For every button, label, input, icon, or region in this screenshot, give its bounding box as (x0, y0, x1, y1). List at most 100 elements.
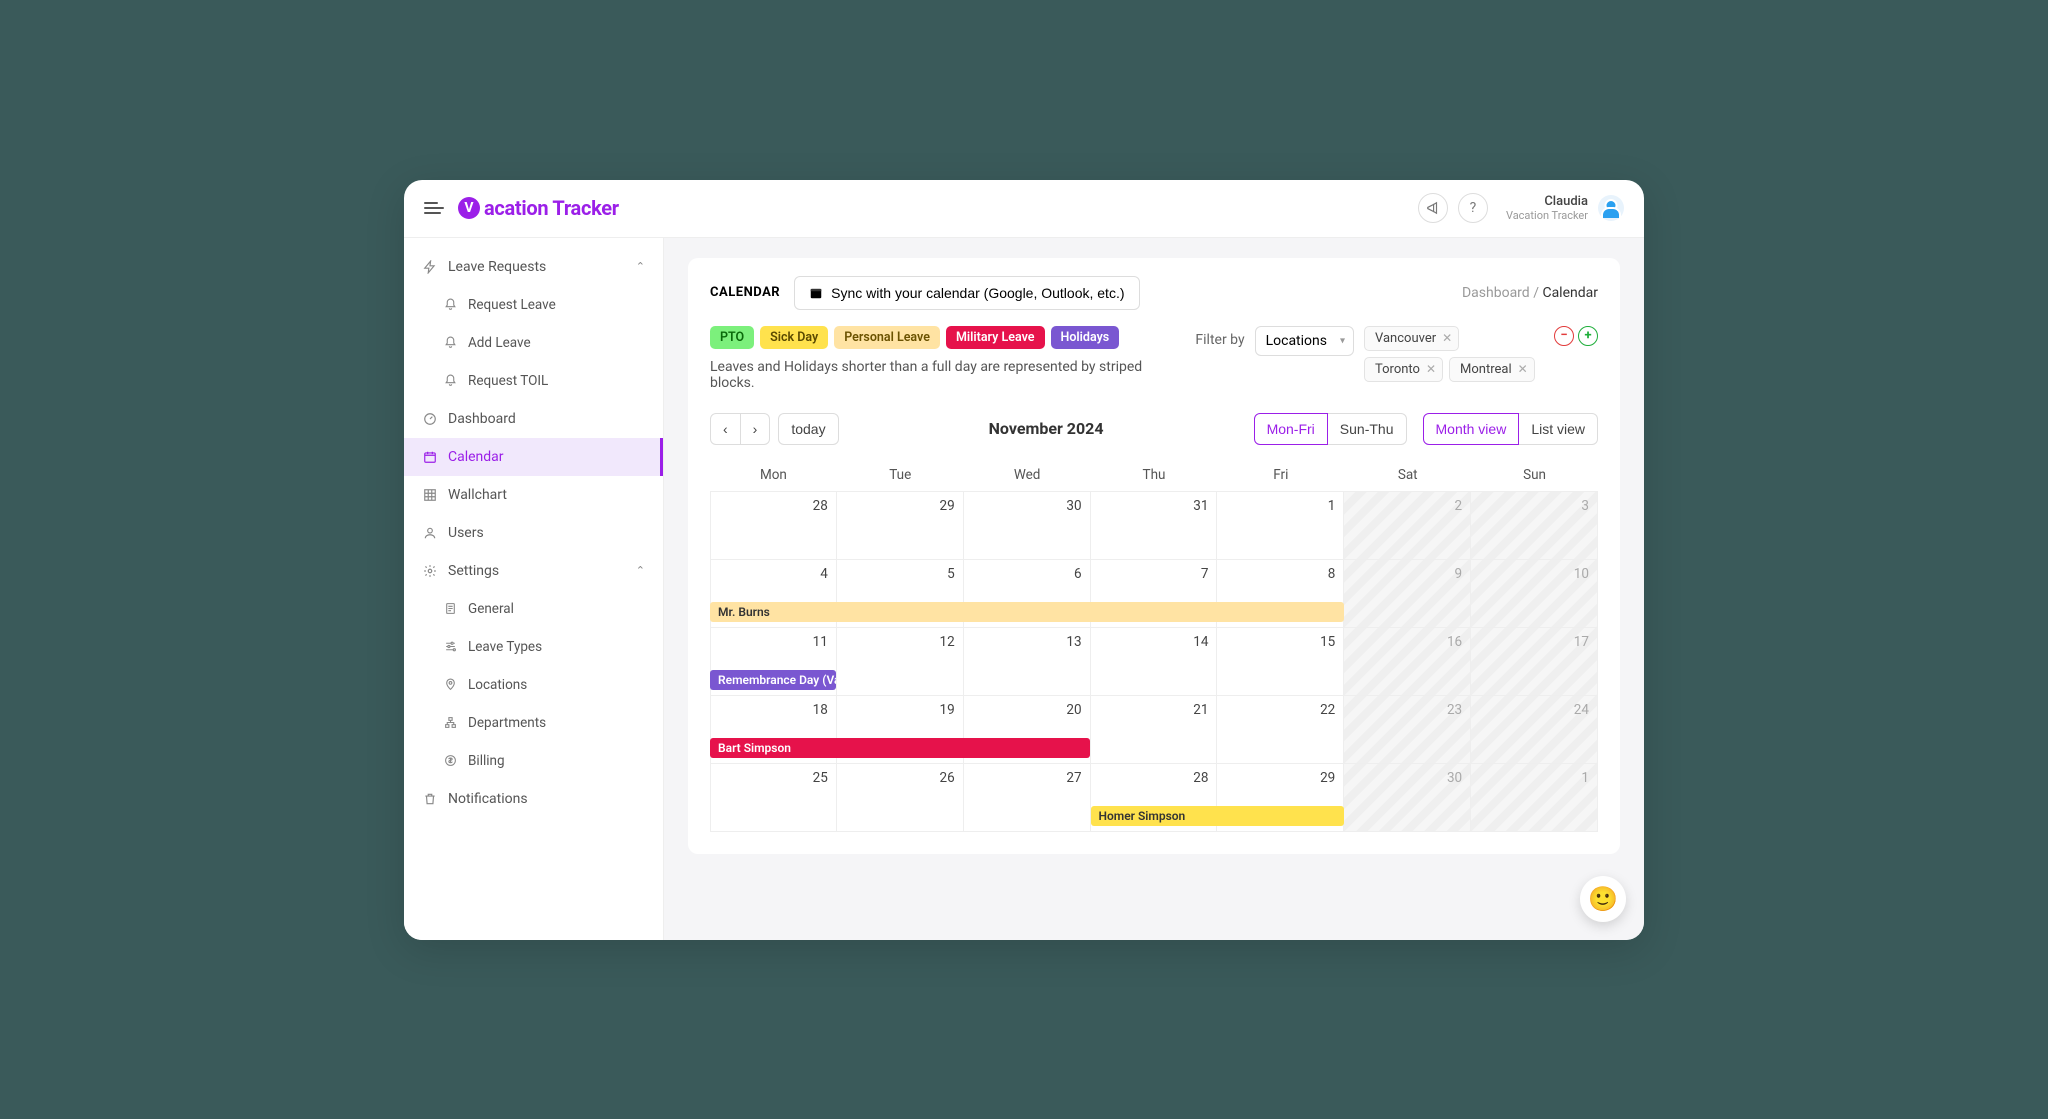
sidebar-item-settings[interactable]: Settings ⌃ (404, 552, 663, 590)
day-cell[interactable]: 14 (1091, 628, 1218, 696)
close-icon[interactable]: ✕ (1426, 362, 1436, 376)
chip-montreal[interactable]: Montreal✕ (1449, 357, 1535, 382)
day-cell[interactable]: 17 (1471, 628, 1598, 696)
filter-select[interactable]: Locations ▾ (1255, 326, 1354, 356)
legend-military: Military Leave (946, 326, 1045, 349)
sidebar-item-dashboard[interactable]: Dashboard (404, 400, 663, 438)
remove-filter-button[interactable]: − (1554, 326, 1574, 346)
day-cell[interactable]: 25 (710, 764, 837, 832)
sidebar-item-notifications[interactable]: Notifications (404, 780, 663, 818)
sidebar-item-request-leave[interactable]: Request Leave (404, 286, 663, 324)
sidebar-label: Locations (468, 677, 527, 693)
calendar-card: CALENDAR Sync with your calendar (Google… (688, 258, 1620, 854)
chip-label: Toronto (1375, 362, 1420, 377)
today-button[interactable]: today (778, 413, 838, 445)
monfri-toggle[interactable]: Mon-Fri (1254, 413, 1328, 445)
org-icon (442, 715, 458, 731)
day-cell[interactable]: 3 (1471, 492, 1598, 560)
chevron-right-icon: › (753, 421, 758, 437)
sidebar-label: Request TOIL (468, 373, 548, 389)
sidebar-item-calendar[interactable]: Calendar (404, 438, 663, 476)
sidebar-item-leave-types[interactable]: Leave Types (404, 628, 663, 666)
day-cell[interactable]: 21 (1091, 696, 1218, 764)
sidebar-item-request-toil[interactable]: Request TOIL (404, 362, 663, 400)
event-remembrance[interactable]: Remembrance Day (Va (710, 670, 836, 690)
day-cell[interactable]: 2 (1344, 492, 1471, 560)
day-cell[interactable]: 22 (1217, 696, 1344, 764)
legend-holidays: Holidays (1051, 326, 1120, 349)
prev-month-button[interactable]: ‹ (710, 413, 741, 445)
app-window: V acation Tracker ? Claudia Vacation Tra… (404, 180, 1644, 940)
sidebar-item-general[interactable]: General (404, 590, 663, 628)
calendar-icon (809, 286, 823, 300)
trash-icon (422, 791, 438, 807)
menu-toggle-button[interactable] (424, 198, 444, 218)
sidebar-label: Wallchart (448, 487, 507, 503)
event-burns[interactable]: Mr. Burns (710, 602, 1344, 622)
next-month-button[interactable]: › (741, 413, 771, 445)
day-cell[interactable]: 1 (1471, 764, 1598, 832)
sidebar-label: Departments (468, 715, 546, 731)
sidebar-item-add-leave[interactable]: Add Leave (404, 324, 663, 362)
chat-fab[interactable]: 🙂 (1580, 876, 1626, 922)
day-cell[interactable]: 26 (837, 764, 964, 832)
sidebar-label: Calendar (448, 449, 504, 465)
day-cell[interactable]: 9 (1344, 560, 1471, 628)
day-cell[interactable]: 30 (964, 492, 1091, 560)
day-cell[interactable]: 24 (1471, 696, 1598, 764)
chip-vancouver[interactable]: Vancouver✕ (1364, 326, 1459, 351)
week-row: 28 29 30 31 1 2 3 (710, 492, 1598, 560)
breadcrumb-root[interactable]: Dashboard (1462, 285, 1530, 301)
sync-label: Sync with your calendar (Google, Outlook… (831, 285, 1124, 301)
gear-icon (422, 563, 438, 579)
sunthu-toggle[interactable]: Sun-Thu (1328, 413, 1407, 445)
sidebar-item-departments[interactable]: Departments (404, 704, 663, 742)
sidebar-label: General (468, 601, 514, 617)
sidebar-item-leave-requests[interactable]: Leave Requests ⌃ (404, 248, 663, 286)
pin-icon (442, 677, 458, 693)
sidebar-item-locations[interactable]: Locations (404, 666, 663, 704)
event-bart[interactable]: Bart Simpson (710, 738, 1090, 758)
dow-sun: Sun (1471, 459, 1598, 492)
list-view-toggle[interactable]: List view (1519, 413, 1598, 445)
close-icon[interactable]: ✕ (1518, 362, 1528, 376)
sidebar-label: Notifications (448, 791, 528, 807)
month-view-toggle[interactable]: Month view (1423, 413, 1520, 445)
calendar-grid: Mon Tue Wed Thu Fri Sat Sun 28 29 30 31 … (710, 459, 1598, 832)
chip-toronto[interactable]: Toronto ✕ (1364, 357, 1443, 382)
day-cell[interactable]: 16 (1344, 628, 1471, 696)
legend-note: Leaves and Holidays shorter than a full … (710, 359, 1170, 391)
sidebar: Leave Requests ⌃ Request Leave Add Leave… (404, 238, 664, 940)
sliders-icon (442, 639, 458, 655)
day-cell[interactable]: 31 (1091, 492, 1218, 560)
filter-label: Filter by (1195, 326, 1244, 348)
day-cell[interactable]: 28 (710, 492, 837, 560)
announcements-button[interactable] (1418, 193, 1448, 223)
event-homer[interactable]: Homer Simpson (1091, 806, 1344, 826)
day-cell[interactable]: 13 (964, 628, 1091, 696)
brand-badge: V (458, 197, 480, 219)
day-cell[interactable]: 12 (837, 628, 964, 696)
legend-sick: Sick Day (760, 326, 828, 349)
question-icon: ? (1470, 200, 1477, 216)
day-cell[interactable]: 29 (837, 492, 964, 560)
user-org: Vacation Tracker (1506, 209, 1588, 222)
close-icon[interactable]: ✕ (1442, 331, 1452, 345)
day-cell[interactable]: 1 (1217, 492, 1344, 560)
day-cell[interactable]: 15 (1217, 628, 1344, 696)
add-filter-button[interactable]: + (1578, 326, 1598, 346)
sidebar-item-billing[interactable]: Billing (404, 742, 663, 780)
sidebar-label: Request Leave (468, 297, 556, 313)
sidebar-label: Leave Requests (448, 259, 546, 275)
day-cell[interactable]: 30 (1344, 764, 1471, 832)
sidebar-item-users[interactable]: Users (404, 514, 663, 552)
day-cell[interactable]: 27 (964, 764, 1091, 832)
user-menu[interactable]: Claudia Vacation Tracker (1506, 194, 1624, 223)
sidebar-item-wallchart[interactable]: Wallchart (404, 476, 663, 514)
day-cell[interactable]: 23 (1344, 696, 1471, 764)
help-button[interactable]: ? (1458, 193, 1488, 223)
day-cell[interactable]: 10 (1471, 560, 1598, 628)
bolt-icon (422, 259, 438, 275)
sync-calendar-button[interactable]: Sync with your calendar (Google, Outlook… (794, 276, 1139, 310)
filter-select-value: Locations (1266, 333, 1327, 349)
